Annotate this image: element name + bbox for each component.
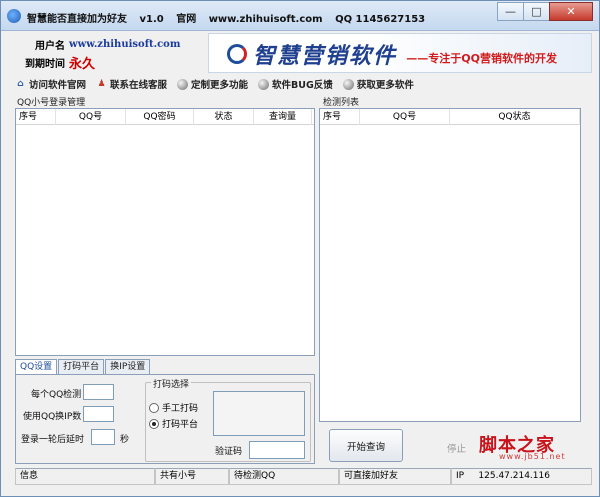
col-qq-status[interactable]: QQ状态 [450,109,580,125]
person-icon: ♟ [97,79,106,89]
menu-item-custom-features[interactable]: 定制更多功能 [177,77,248,91]
menu-item-label: 访问软件官网 [29,80,87,91]
col-index[interactable]: 序号 [16,109,56,125]
captcha-code-input[interactable] [249,441,305,459]
home-icon: ⌂ [17,79,24,89]
status-addable: 可直接加好友 [339,468,451,485]
settings-tabs: QQ设置 打码平台 换IP设置 [15,359,151,376]
title-site-label: 官网 [176,14,197,25]
minimize-button[interactable]: — [497,2,523,21]
user-info: 用户名 www.zhihuisoft.com 到期时间 永久 [15,35,205,73]
brand-name: 智慧营销软件 [253,43,398,69]
radio-manual-label: 手工打码 [162,404,199,414]
check-each-input[interactable] [83,384,114,400]
minimize-icon: — [505,5,516,18]
window-controls: — □ ✕ [497,2,593,22]
radio-platform[interactable]: 打码平台 [149,417,198,430]
expire-label: 到期时间 [25,58,65,70]
delay-label: 登录一轮后延时 [21,435,85,445]
col-index[interactable]: 序号 [320,109,360,125]
stop-button[interactable]: 停止 [447,441,466,455]
col-password[interactable]: QQ密码 [126,109,194,125]
close-icon: ✕ [566,5,576,18]
title-bar[interactable]: 智慧能否直接加为好友 v1.0 官网 www.zhihuisoft.com QQ… [1,1,599,31]
menu-bar: ⌂ 访问软件官网 ♟ 联系在线客服 定制更多功能 软件BUG反馈 获取更多软件 [15,76,424,92]
maximize-icon: □ [531,5,542,18]
radio-manual-indicator[interactable] [149,402,159,413]
window-title: 智慧能否直接加为好友 v1.0 官网 www.zhihuisoft.com QQ… [27,10,434,25]
check-each-label: 每个QQ检测 [31,390,82,400]
detect-panel-title: 检测列表 [323,95,360,108]
menu-item-contact-support[interactable]: ♟ 联系在线客服 [96,77,167,91]
start-query-button[interactable]: 开始查询 [329,429,403,462]
watermark-url: www.jb51.net [499,452,566,461]
close-button[interactable]: ✕ [549,2,593,21]
maximize-button[interactable]: □ [523,2,549,21]
status-info: 信息 [15,468,155,485]
status-bar: 信息 共有小号 待检测QQ 可直接加好友 IP 125.47.214.116 [15,468,592,485]
menu-item-bug-feedback[interactable]: 软件BUG反馈 [258,77,333,91]
col-qq[interactable]: QQ号 [360,109,450,125]
radio-manual[interactable]: 手工打码 [149,401,198,414]
switch-ip-label: 使用QQ换IP数 [23,412,82,422]
dot-icon [258,78,270,90]
detect-list-header: 序号 QQ号 QQ状态 [320,109,580,125]
captcha-group-title: 打码选择 [151,377,192,390]
dot-icon [342,78,354,90]
col-query-count[interactable]: 查询量 [254,109,312,125]
menu-item-label: 定制更多功能 [191,80,249,91]
captcha-image [213,391,305,436]
menu-item-label: 软件BUG反馈 [272,80,333,91]
radio-platform-indicator[interactable] [149,418,159,429]
status-ip-value: 125.47.214.116 [478,471,550,481]
login-account-list[interactable]: 序号 QQ号 QQ密码 状态 查询量 [15,108,315,356]
title-app-name: 智慧能否直接加为好友 [27,14,127,25]
delay-unit: 秒 [120,435,130,445]
tab-captcha-platform[interactable]: 打码平台 [58,359,105,375]
status-ip: IP 125.47.214.116 [451,468,592,485]
menu-item-label: 联系在线客服 [110,80,168,91]
menu-item-label: 获取更多软件 [356,80,414,91]
tab-ip-settings[interactable]: 换IP设置 [105,359,151,375]
username-label: 用户名 [35,40,65,52]
app-icon [7,9,21,23]
radio-platform-label: 打码平台 [162,420,199,430]
brand-logo-icon [227,44,247,64]
delay-input[interactable] [91,429,115,445]
title-version: v1.0 [139,14,164,25]
username-value: www.zhihuisoft.com [69,38,181,50]
status-pending: 待检测QQ [229,468,339,485]
brand-slogan: ——专注于QQ营销软件的开发 [406,52,557,65]
captcha-code-label: 验证码 [215,447,243,457]
title-site-url: www.zhihuisoft.com [208,14,323,25]
col-qq[interactable]: QQ号 [56,109,126,125]
title-qq: QQ 1145627153 [335,14,426,25]
login-panel-title: QQ小号登录管理 [17,95,86,108]
status-ip-label: IP [456,471,465,481]
brand-banner: 智慧营销软件 ——专注于QQ营销软件的开发 [208,33,592,73]
col-status[interactable]: 状态 [194,109,254,125]
status-total-accounts: 共有小号 [155,468,229,485]
switch-ip-input[interactable] [83,406,114,422]
expire-value: 永久 [69,56,96,72]
dot-icon [177,78,189,90]
login-list-header: 序号 QQ号 QQ密码 状态 查询量 [16,109,314,125]
menu-item-more-software[interactable]: 获取更多软件 [342,77,414,91]
menu-item-visit-site[interactable]: ⌂ 访问软件官网 [15,77,86,91]
detect-list[interactable]: 序号 QQ号 QQ状态 [319,108,581,422]
app-window: 智慧能否直接加为好友 v1.0 官网 www.zhihuisoft.com QQ… [0,0,600,497]
